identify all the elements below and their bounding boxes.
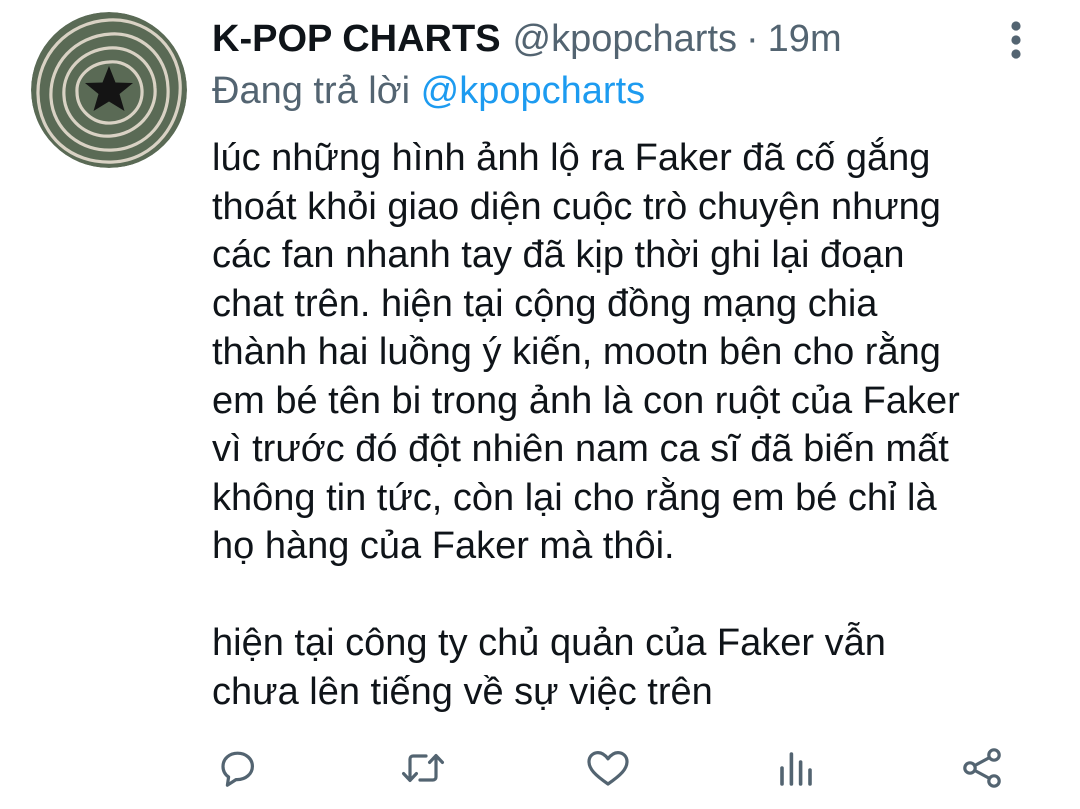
- star-ripple-avatar-icon: [31, 12, 187, 168]
- retweet-icon: [402, 754, 444, 782]
- like-icon: [587, 751, 629, 786]
- share-button[interactable]: [952, 738, 1012, 798]
- author-handle[interactable]: @kpopcharts: [513, 16, 737, 62]
- tweet-line: thành hai luồng ý kiến, mootn bên cho rằ…: [212, 331, 941, 373]
- more-vertical-icon: [1011, 21, 1021, 59]
- timestamp[interactable]: 19m: [768, 16, 842, 62]
- avatar[interactable]: [31, 12, 187, 168]
- display-name[interactable]: K-POP CHARTS: [212, 16, 501, 62]
- replying-to: Đang trả lời @kpopcharts: [212, 68, 645, 114]
- tweet-line: chat trên. hiện tại cộng đồng mạng chia: [212, 282, 878, 325]
- analytics-icon: [780, 752, 812, 786]
- like-button[interactable]: [578, 738, 638, 798]
- tweet-line: hiện tại công ty chủ quản của Faker vẫn: [212, 622, 886, 664]
- tweet-text: lúc những hình ảnh lộ ra Faker đã cố gắn…: [212, 134, 1052, 716]
- tweet-line: không tin tức, còn lại cho rằng em bé ch…: [212, 476, 937, 519]
- tweet-line: vì trước đó đột nhiên nam ca sĩ đã biến …: [212, 428, 949, 470]
- tweet[interactable]: K-POP CHARTS @kpopcharts · 19m Đang trả …: [0, 0, 1080, 809]
- tweet-header: K-POP CHARTS @kpopcharts · 19m: [212, 16, 842, 62]
- analytics-button[interactable]: [766, 738, 826, 798]
- reply-icon: [221, 751, 254, 787]
- tweet-line: em bé tên bi trong ảnh là con ruột của F…: [212, 379, 960, 422]
- tweet-line: các fan nhanh tay đã kịp thời ghi lại đo…: [212, 234, 905, 276]
- replying-to-label: Đang trả lời: [212, 70, 421, 112]
- tweet-paragraph-1: lúc những hình ảnh lộ ra Faker đã cố gắn…: [212, 134, 1052, 571]
- more-options-button[interactable]: [996, 16, 1040, 66]
- tweet-line: lúc những hình ảnh lộ ra Faker đã cố gắn…: [212, 137, 931, 179]
- share-icon: [963, 748, 1001, 788]
- retweet-button[interactable]: [393, 738, 453, 798]
- tweet-line: thoát khỏi giao diện cuộc trò chuyện như…: [212, 185, 941, 228]
- reply-button[interactable]: [207, 738, 267, 798]
- tweet-line: chưa lên tiếng về sự việc trên: [212, 670, 713, 713]
- tweet-line: họ hàng của Faker mà thôi.: [212, 525, 675, 567]
- replying-to-handle[interactable]: @kpopcharts: [421, 70, 645, 112]
- separator-dot: ·: [746, 18, 759, 60]
- tweet-actions: [0, 738, 1080, 798]
- tweet-paragraph-2: hiện tại công ty chủ quản của Faker vẫn …: [212, 619, 1052, 716]
